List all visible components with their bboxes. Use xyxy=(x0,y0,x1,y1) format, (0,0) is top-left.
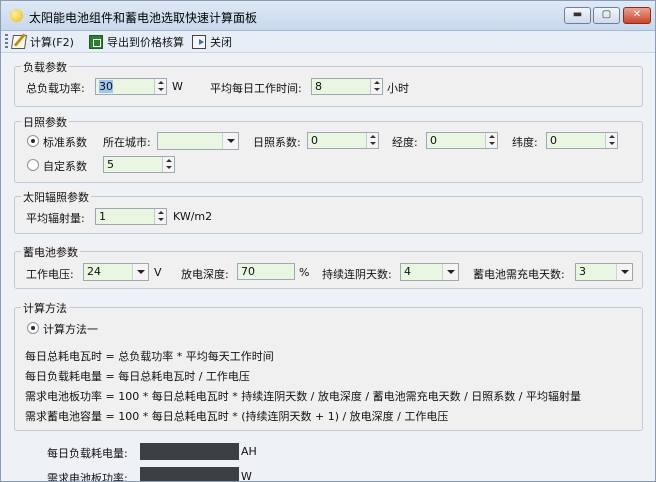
chevron-down-icon[interactable] xyxy=(222,133,238,149)
voltage-value: 24 xyxy=(87,265,101,278)
chevron-down-icon[interactable] xyxy=(442,264,458,280)
radiation-unit: KW/m2 xyxy=(173,210,213,223)
toolbar-grip[interactable] xyxy=(5,34,8,49)
city-label: 所在城市: xyxy=(103,136,151,149)
hours-value: 8 xyxy=(315,80,322,93)
latitude-input[interactable]: 0 xyxy=(546,132,618,149)
longitude-value: 0 xyxy=(430,134,437,147)
window-title: 太阳能电池组件和蓄电池选取快速计算面板 xyxy=(29,11,258,25)
spin-arrows-icon[interactable] xyxy=(366,133,378,148)
voltage-label: 工作电压: xyxy=(26,268,74,281)
excel-icon xyxy=(89,35,103,49)
close-label: 关闭 xyxy=(210,36,232,49)
total-power-unit: W xyxy=(172,80,183,93)
city-select[interactable] xyxy=(157,132,239,150)
method-group: 计算方法 计算方法一 每日总耗电瓦时 = 总负载功率 * 平均每天工作时间 每日… xyxy=(14,300,643,431)
calculate-button[interactable]: 计算(F2) xyxy=(11,32,74,52)
standard-coef-label: 标准系数 xyxy=(43,136,87,149)
method-one-label: 计算方法一 xyxy=(43,323,98,336)
charge-days-select[interactable]: 3 xyxy=(575,263,633,281)
total-power-value: 30 xyxy=(99,80,113,93)
latitude-label: 纬度: xyxy=(512,136,538,149)
sun-coef-value: 0 xyxy=(311,134,318,147)
chevron-down-icon[interactable] xyxy=(616,264,632,280)
edit-pencil-icon xyxy=(11,35,27,49)
method-one-radio[interactable] xyxy=(27,322,39,334)
depth-unit: % xyxy=(299,266,310,279)
daily-load-label: 每日负载耗电量: xyxy=(47,447,128,460)
export-button[interactable]: 导出到价格核算 xyxy=(89,32,184,52)
radiation-params-legend: 太阳辐照参数 xyxy=(21,189,91,205)
sun-icon xyxy=(10,9,23,22)
spin-arrows-icon[interactable] xyxy=(154,79,166,94)
panel-power-output xyxy=(140,467,239,481)
longitude-input[interactable]: 0 xyxy=(426,132,498,149)
sunlight-params-legend: 日照参数 xyxy=(21,114,69,130)
depth-value: 70 xyxy=(241,265,255,278)
load-params-group: 负载参数 总负载功率: 30 W 平均每日工作时间: 8 小时 xyxy=(14,59,643,107)
charge-days-label: 蓄电池需充电天数: xyxy=(473,268,565,281)
formula-line: 每日负载耗电量 = 每日总耗电瓦时 / 工作电压 xyxy=(25,370,250,383)
maximize-button[interactable]: ▢ xyxy=(593,7,620,24)
minimize-button[interactable]: ▬ xyxy=(564,7,591,24)
method-legend: 计算方法 xyxy=(21,300,69,316)
spin-arrows-icon[interactable] xyxy=(162,157,174,172)
custom-coef-value: 5 xyxy=(107,158,114,171)
total-power-label: 总负载功率: xyxy=(26,82,85,95)
battery-params-group: 蓄电池参数 工作电压: 24 V 放电深度: 70 % 持续连阴天数: 4 蓄电… xyxy=(14,244,643,289)
cloudy-days-value: 4 xyxy=(404,265,411,278)
spin-arrows-icon[interactable] xyxy=(485,133,497,148)
voltage-select[interactable]: 24 xyxy=(83,263,149,281)
panel-power-unit: W xyxy=(241,470,252,482)
title-bar: 太阳能电池组件和蓄电池选取快速计算面板 ▬ ▢ ✕ xyxy=(1,1,655,31)
exit-door-icon xyxy=(192,35,206,49)
spin-arrows-icon[interactable] xyxy=(605,133,617,148)
cloudy-days-select[interactable]: 4 xyxy=(400,263,459,281)
sunlight-params-group: 日照参数 标准系数 所在城市: 日照系数: 0 经度: 0 纬度: 0 自定系数… xyxy=(14,114,643,183)
cloudy-days-label: 持续连阴天数: xyxy=(322,268,392,281)
standard-coef-radio[interactable] xyxy=(27,135,39,147)
export-label: 导出到价格核算 xyxy=(107,36,184,49)
custom-coef-radio[interactable] xyxy=(27,159,39,171)
radiation-value: 1 xyxy=(99,210,106,223)
hours-unit: 小时 xyxy=(387,82,409,95)
depth-input[interactable]: 70 xyxy=(237,263,295,280)
hours-label: 平均每日工作时间: xyxy=(210,82,302,95)
toolbar: 计算(F2) 导出到价格核算 关闭 xyxy=(1,31,655,53)
longitude-label: 经度: xyxy=(392,136,418,149)
chevron-down-icon[interactable] xyxy=(132,264,148,280)
formula-line: 需求电池板功率 = 100 * 每日总耗电瓦时 * 持续连阴天数 / 放电深度 … xyxy=(25,390,581,403)
daily-load-unit: AH xyxy=(241,445,257,458)
charge-days-value: 3 xyxy=(579,265,586,278)
sun-coef-input[interactable]: 0 xyxy=(307,132,379,149)
daily-load-output xyxy=(140,443,239,460)
formula-line: 需求蓄电池容量 = 100 * 每日总耗电瓦时 * (持续连阴天数 + 1) /… xyxy=(25,410,449,423)
latitude-value: 0 xyxy=(550,134,557,147)
sun-coef-label: 日照系数: xyxy=(253,136,301,149)
custom-coef-input[interactable]: 5 xyxy=(103,156,175,173)
total-power-input[interactable]: 30 xyxy=(95,78,167,95)
radiation-label: 平均辐射量: xyxy=(26,212,85,225)
spin-arrows-icon[interactable] xyxy=(154,209,166,224)
radiation-params-group: 太阳辐照参数 平均辐射量: 1 KW/m2 xyxy=(14,189,643,234)
main-window: 太阳能电池组件和蓄电池选取快速计算面板 ▬ ▢ ✕ 计算(F2) 导出到价格核算… xyxy=(0,0,656,482)
hours-input[interactable]: 8 xyxy=(311,78,383,95)
battery-params-legend: 蓄电池参数 xyxy=(21,244,80,260)
load-params-legend: 负载参数 xyxy=(21,59,69,75)
custom-coef-label: 自定系数 xyxy=(43,160,87,173)
close-button[interactable]: 关闭 xyxy=(192,32,232,52)
depth-label: 放电深度: xyxy=(181,268,229,281)
formula-line: 每日总耗电瓦时 = 总负载功率 * 平均每天工作时间 xyxy=(25,350,274,363)
calculate-label: 计算(F2) xyxy=(30,36,74,49)
close-window-button[interactable]: ✕ xyxy=(623,7,651,24)
voltage-unit: V xyxy=(154,266,162,279)
radiation-input[interactable]: 1 xyxy=(95,208,167,225)
panel-power-label: 需求电池板功率: xyxy=(47,472,128,482)
spin-arrows-icon[interactable] xyxy=(370,79,382,94)
